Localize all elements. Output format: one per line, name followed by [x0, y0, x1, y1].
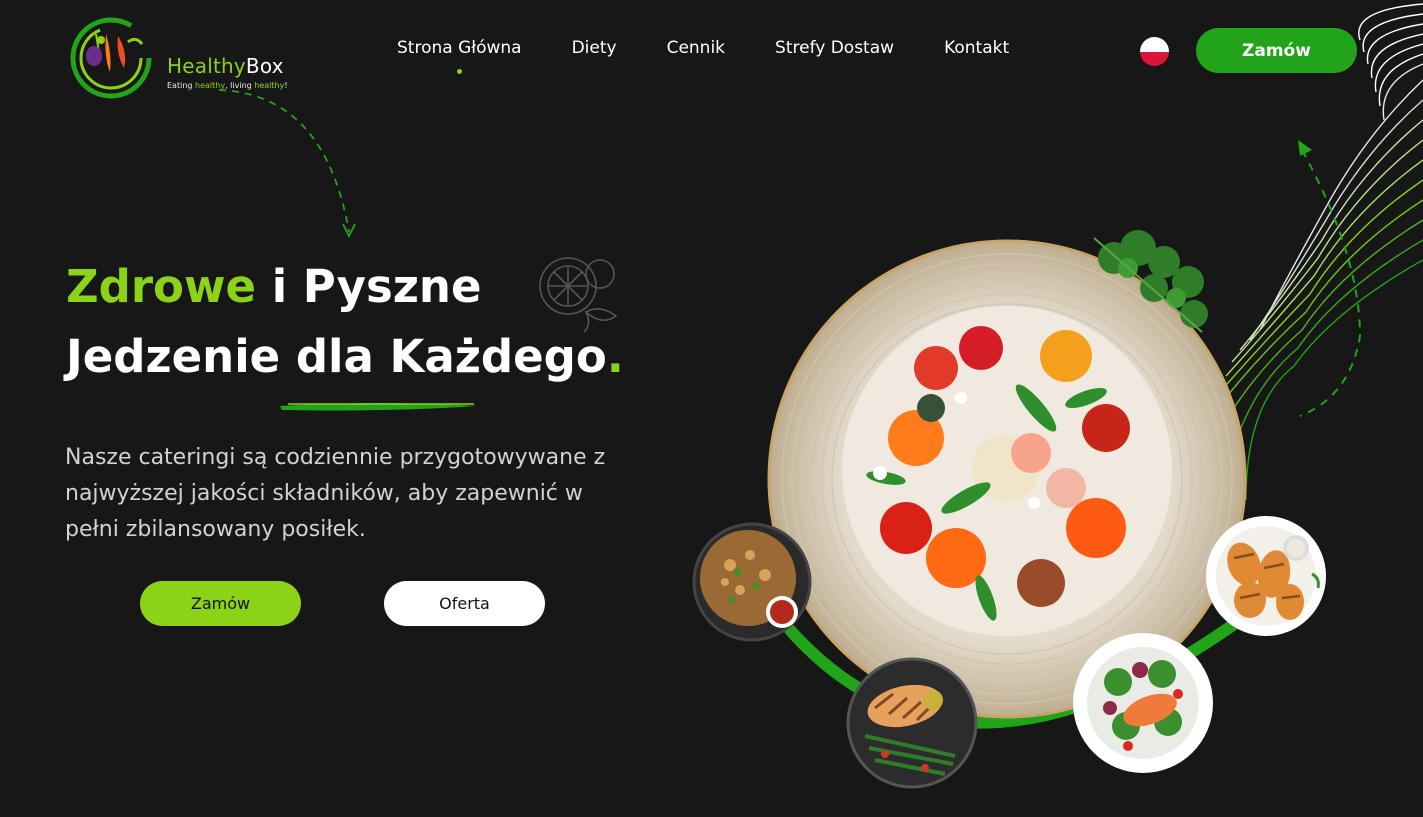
nav-item-pricing[interactable]: Cennik	[667, 38, 725, 58]
hero-title-line1: Zdrowe i Pyszne	[66, 264, 482, 309]
hero-description: Nasze cateringi są codziennie przygotowy…	[65, 445, 606, 542]
grilled-chicken-plate-image	[1206, 516, 1326, 636]
decorative-dashed-arrow-left	[218, 89, 356, 239]
nav-item-delivery-zones[interactable]: Strefy Dostaw	[775, 38, 894, 58]
nav-item-home[interactable]: Strona Główna	[397, 38, 522, 74]
logo-name: HealthyBox	[167, 54, 284, 78]
grilled-fish-plate-image	[846, 657, 978, 789]
hero-title-dot: .	[606, 330, 624, 383]
flag-red-stripe	[1140, 51, 1169, 66]
grain-bowl-plate-image	[692, 522, 812, 642]
main-nav: Strona Główna Diety Cennik Strefy Dostaw…	[397, 38, 1059, 74]
hero-order-button[interactable]: Zamów	[140, 581, 301, 626]
flag-white-stripe	[1140, 37, 1169, 52]
nav-item-diets[interactable]: Diety	[572, 38, 617, 58]
flag-pl-icon[interactable]	[1140, 37, 1169, 66]
salmon-salad-plate-image	[1073, 633, 1213, 773]
hero-offer-button[interactable]: Oferta	[384, 581, 545, 626]
nav-item-contact[interactable]: Kontakt	[944, 38, 1009, 58]
logo-name-part1: Healthy	[167, 54, 246, 78]
citrus-outline-icon	[539, 257, 618, 333]
hero-title-line2-text: Jedzenie dla Każdego	[66, 330, 607, 383]
title-brush-underline	[280, 403, 478, 411]
tagline-part1: Eating	[167, 81, 196, 90]
hero-title-rest: i Pyszne	[256, 260, 482, 313]
hero-title-line2: Jedzenie dla Każdego.	[66, 334, 624, 379]
logo-icon	[70, 17, 152, 99]
logo-name-part2: Box	[245, 54, 284, 78]
hero-title-highlight: Zdrowe	[66, 260, 257, 313]
decorative-dashed-arrow-right	[1298, 140, 1362, 417]
parsley-garnish-image	[1093, 230, 1208, 333]
